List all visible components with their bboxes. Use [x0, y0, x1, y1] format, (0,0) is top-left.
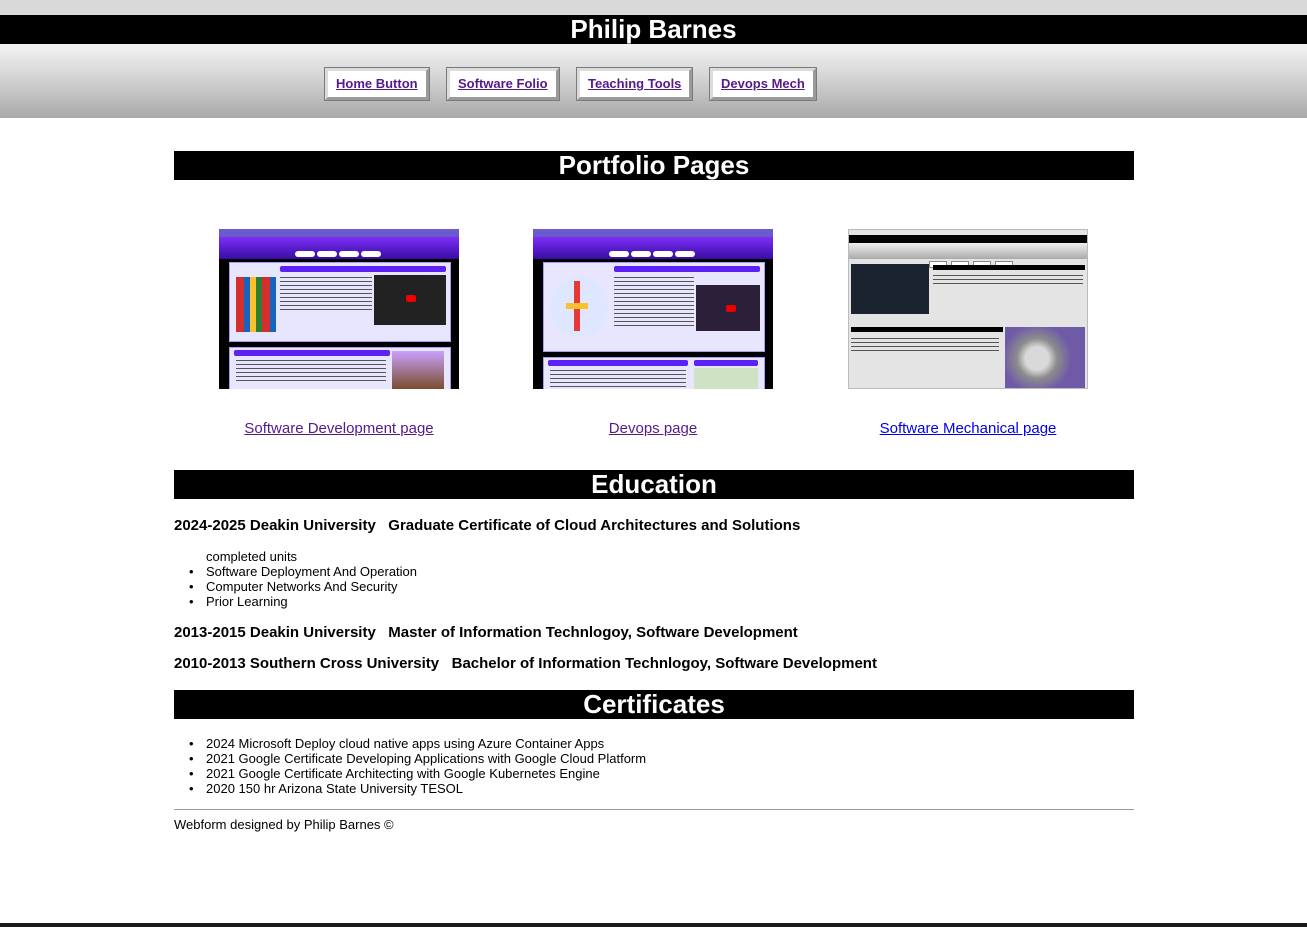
nav-bar: Home Button Software Folio Teaching Tool… — [0, 44, 1307, 118]
thumb-photo — [851, 264, 929, 314]
thumb-header — [533, 229, 773, 237]
thumb-nav-band — [533, 237, 773, 259]
nav-devops-mech-button[interactable]: Devops Mech — [709, 67, 817, 101]
thumb-panel-2 — [543, 357, 765, 389]
list-item: Computer Networks And Security — [189, 579, 417, 594]
certificates-heading: Certificates — [174, 690, 1134, 719]
education-entry-title: 2024-2025 Deakin University Graduate Cer… — [174, 517, 801, 534]
software-development-thumbnail[interactable] — [219, 229, 459, 389]
thumb-cad-image — [1005, 327, 1085, 388]
site-title: Philip Barnes — [0, 15, 1307, 44]
thumb-nav-band — [849, 243, 1087, 268]
education-entry-title: 2010-2013 Southern Cross University Bach… — [174, 655, 877, 672]
nav-home-button[interactable]: Home Button — [324, 67, 430, 101]
os-taskbar — [0, 923, 1307, 927]
devops-thumbnail[interactable] — [533, 229, 773, 389]
thumb-panel-2 — [229, 347, 451, 389]
certificates-list: 2024 Microsoft Deploy cloud native apps … — [189, 736, 646, 796]
list-item: 2021 Google Certificate Developing Appli… — [189, 751, 646, 766]
nav-teaching-tools-button[interactable]: Teaching Tools — [575, 67, 694, 101]
software-mechanical-thumbnail[interactable] — [848, 229, 1088, 389]
completed-units-list: completed units Software Deployment And … — [189, 549, 417, 609]
software-development-link[interactable]: Software Development page — [189, 420, 489, 437]
education-entry-title: 2013-2015 Deakin University Master of In… — [174, 624, 798, 641]
list-item: 2024 Microsoft Deploy cloud native apps … — [189, 736, 646, 751]
devops-link[interactable]: Devops page — [503, 420, 803, 437]
list-item: Software Deployment And Operation — [189, 564, 417, 579]
education-heading: Education — [174, 470, 1134, 499]
completed-units-label: completed units — [206, 549, 298, 564]
list-item: 2020 150 hr Arizona State University TES… — [189, 781, 646, 796]
footer-text: Webform designed by Philip Barnes © — [174, 817, 394, 832]
nav-software-folio-button[interactable]: Software Folio — [446, 67, 560, 101]
thumb-header — [219, 229, 459, 237]
portfolio-heading: Portfolio Pages — [174, 151, 1134, 180]
list-item: 2021 Google Certificate Architecting wit… — [189, 766, 646, 781]
footer-divider — [174, 809, 1134, 810]
browser-top-strip — [0, 0, 1307, 15]
software-mechanical-link[interactable]: Software Mechanical page — [818, 420, 1118, 437]
thumb-header — [849, 235, 1087, 243]
thumb-panel — [543, 262, 765, 352]
thumb-panel — [229, 262, 451, 342]
thumb-nav-band — [219, 237, 459, 259]
list-item: Prior Learning — [189, 594, 417, 609]
